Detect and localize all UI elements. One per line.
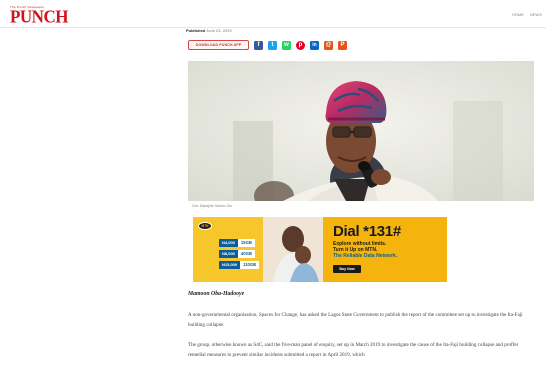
linkedin-icon[interactable]: in bbox=[310, 40, 319, 50]
pinterest-icon[interactable]: p bbox=[296, 40, 305, 50]
site-logo[interactable]: The Punch Newspaper PUNCH bbox=[10, 5, 68, 27]
published-date: Published June 23, 2019 bbox=[186, 28, 232, 33]
mtn-advert[interactable]: MTN N4,000 15GB N8,000 40GB N15,000 110G… bbox=[193, 217, 447, 282]
ad-line: The Reliable Data Network. bbox=[333, 253, 398, 259]
governor-photo bbox=[188, 61, 534, 201]
plan-price: N15,000 bbox=[219, 261, 241, 269]
published-date-value: June 23, 2019 bbox=[206, 28, 232, 33]
ad-buy-now-button[interactable]: Buy Now bbox=[333, 265, 361, 273]
print-icon[interactable]: P bbox=[338, 40, 347, 50]
plan-price: N4,000 bbox=[219, 239, 238, 247]
photo-caption: Gov. Babajide Sanwo-Olu bbox=[192, 204, 233, 208]
ad-plan-row: N8,000 40GB bbox=[219, 250, 255, 258]
top-nav: HOME NEWS bbox=[512, 12, 542, 17]
article-paragraph: The group, otherwise known as S4C, said … bbox=[188, 342, 519, 358]
plan-data: 15GB bbox=[237, 239, 255, 247]
ad-plan-row: N4,000 15GB bbox=[219, 239, 255, 247]
plan-price: N8,000 bbox=[219, 250, 238, 258]
facebook-icon[interactable]: f bbox=[254, 40, 263, 50]
ad-plan-row: N15,000 110GB bbox=[219, 261, 260, 269]
ad-people-image bbox=[263, 217, 323, 282]
ad-plans-panel: MTN N4,000 15GB N8,000 40GB N15,000 110G… bbox=[193, 217, 323, 282]
whatsapp-icon[interactable]: w bbox=[282, 40, 291, 50]
nav-item-news[interactable]: NEWS bbox=[530, 12, 542, 17]
twitter-icon[interactable]: t bbox=[268, 40, 277, 50]
ad-title: Dial *131# bbox=[333, 223, 401, 240]
article-photo bbox=[188, 61, 534, 201]
plan-data: 110GB bbox=[240, 261, 260, 269]
article-paragraph: A non-governmental organisation, Spaces … bbox=[188, 312, 523, 328]
ad-copy: Dial *131# Explore without limits. Turn … bbox=[331, 217, 447, 282]
published-label: Published bbox=[186, 28, 206, 33]
top-bar: The Punch Newspaper PUNCH HOME NEWS bbox=[0, 0, 546, 28]
plan-data: 40GB bbox=[237, 250, 255, 258]
logo-wordmark: PUNCH bbox=[10, 6, 68, 27]
article-byline: Mamoon Oba-Hadooye bbox=[188, 291, 245, 297]
share-row: DOWNLOAD PUNCH APP f t w p in @ P bbox=[188, 40, 347, 50]
nav-item-home[interactable]: HOME bbox=[512, 12, 524, 17]
download-app-button[interactable]: DOWNLOAD PUNCH APP bbox=[188, 40, 249, 50]
email-icon[interactable]: @ bbox=[324, 40, 333, 50]
